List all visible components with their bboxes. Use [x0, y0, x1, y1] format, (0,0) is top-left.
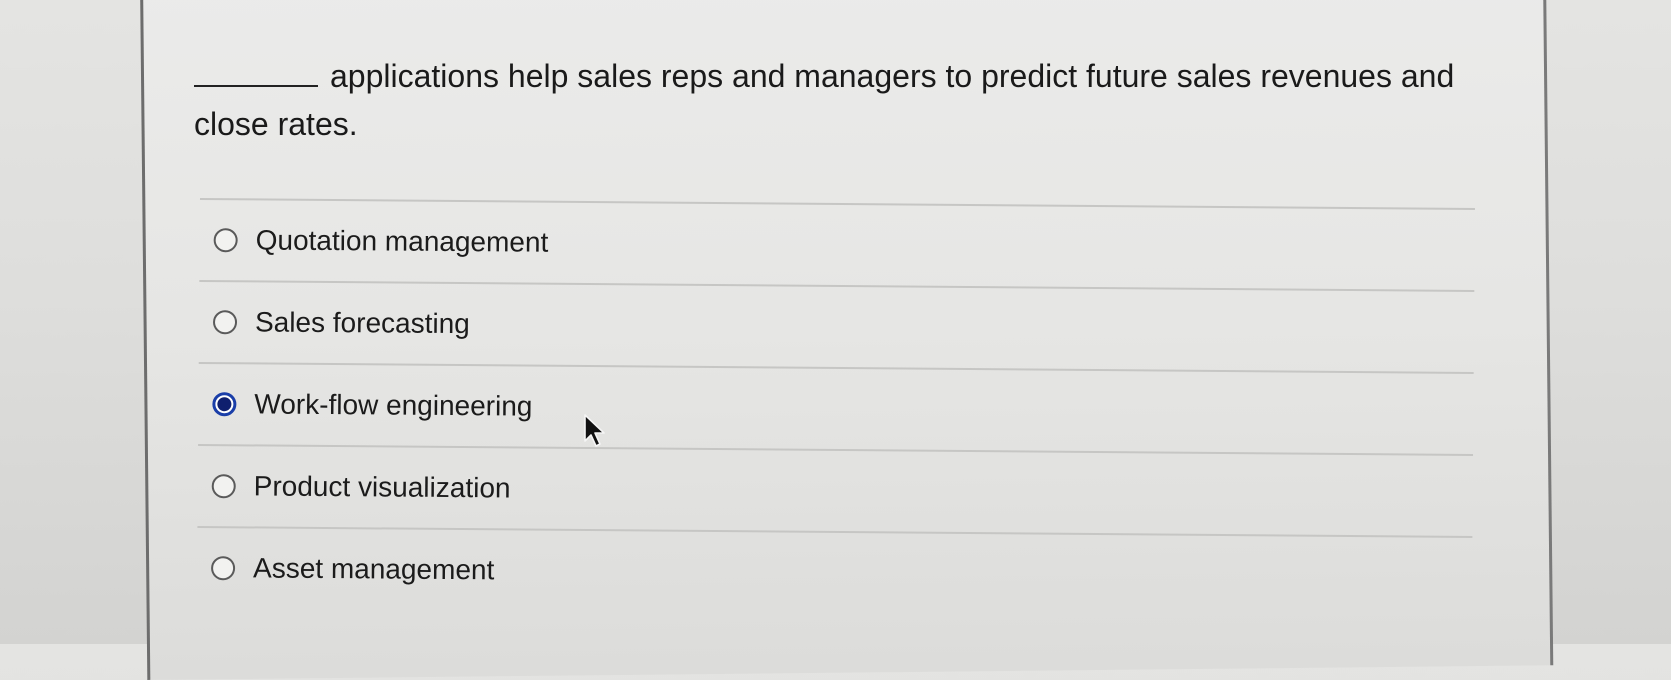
option-label: Sales forecasting [254, 306, 470, 340]
option-quotation-management[interactable]: Quotation management [199, 199, 1475, 293]
option-label: Work-flow engineering [254, 388, 533, 422]
question-area: applications help sales reps and manager… [194, 52, 1494, 148]
option-sales-forecasting[interactable]: Sales forecasting [198, 281, 1475, 375]
radio-empty-icon[interactable] [211, 474, 236, 499]
answer-options: Quotation management Sales forecasting W… [197, 198, 1475, 618]
radio-dot [217, 397, 232, 412]
option-work-flow-engineering[interactable]: Work-flow engineering [198, 363, 1474, 457]
answer-blank [194, 59, 318, 87]
option-label: Product visualization [253, 470, 511, 504]
radio-filled-icon[interactable] [212, 392, 237, 417]
question-stem: applications help sales reps and manager… [194, 58, 1455, 142]
radio-empty-icon[interactable] [212, 310, 238, 335]
option-label: Asset management [252, 552, 495, 586]
option-label: Quotation management [255, 224, 549, 258]
mouse-pointer-icon [584, 414, 605, 447]
radio-empty-icon[interactable] [213, 228, 238, 253]
option-asset-management[interactable]: Asset management [197, 528, 1473, 618]
question-text: applications help sales reps and manager… [194, 52, 1514, 148]
option-product-visualization[interactable]: Product visualization [197, 445, 1474, 539]
radio-empty-icon[interactable] [210, 556, 236, 581]
